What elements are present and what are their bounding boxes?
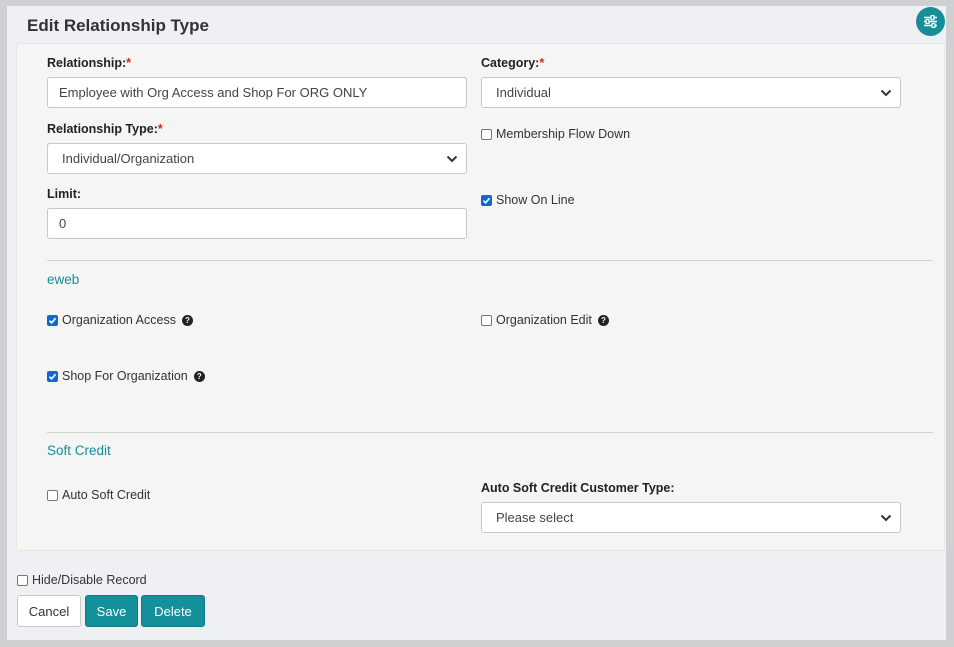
- section-divider: [47, 260, 933, 261]
- auto-soft-credit-customer-type-select[interactable]: Please select: [481, 502, 901, 533]
- chevron-down-icon: [446, 155, 458, 162]
- relationship-type-select[interactable]: Individual/Organization: [47, 143, 467, 174]
- relationship-input[interactable]: Employee with Org Access and Shop For OR…: [47, 77, 467, 108]
- chevron-down-icon: [880, 89, 892, 96]
- save-button[interactable]: Save: [85, 595, 138, 627]
- category-label: Category:*: [481, 56, 545, 70]
- organization-access-label: Organization Access: [62, 313, 176, 327]
- show-on-line-checkbox[interactable]: Show On Line: [481, 193, 575, 207]
- checkbox-box[interactable]: [481, 314, 492, 326]
- shop-for-organization-checkbox[interactable]: Shop For Organization ?: [47, 369, 205, 383]
- question-circle-icon[interactable]: ?: [181, 314, 193, 326]
- check-icon: [48, 317, 57, 324]
- auto-soft-credit-label: Auto Soft Credit: [62, 488, 151, 502]
- checkbox-box[interactable]: [481, 128, 492, 140]
- membership-flow-down-label: Membership Flow Down: [496, 127, 631, 141]
- limit-value: 0: [59, 216, 67, 231]
- cancel-button[interactable]: Cancel: [17, 595, 81, 627]
- checkbox-box-checked[interactable]: [47, 314, 58, 326]
- settings-button[interactable]: [916, 7, 945, 36]
- section-divider: [47, 432, 933, 433]
- question-circle-icon[interactable]: ?: [597, 314, 609, 326]
- relationship-value: Employee with Org Access and Shop For OR…: [59, 85, 368, 100]
- check-icon: [482, 197, 491, 204]
- question-circle-icon[interactable]: ?: [193, 370, 205, 382]
- checkbox-box[interactable]: [17, 574, 28, 586]
- customer-type-value: Please select: [496, 510, 574, 525]
- limit-label: Limit:: [47, 187, 82, 201]
- chevron-down-icon: [880, 514, 892, 521]
- edit-relationship-window: Edit Relationship Type Relationship:* Em…: [7, 6, 946, 640]
- shop-for-organization-label: Shop For Organization: [62, 369, 188, 383]
- relationship-type-value: Individual/Organization: [62, 151, 195, 166]
- auto-soft-credit-checkbox[interactable]: Auto Soft Credit: [47, 488, 150, 502]
- relationship-form-card: Relationship:* Employee with Org Access …: [16, 43, 945, 551]
- hide-disable-record-label: Hide/Disable Record: [32, 573, 147, 587]
- organization-edit-label: Organization Edit: [496, 313, 592, 327]
- delete-button[interactable]: Delete: [141, 595, 205, 627]
- eweb-section-heading: eweb: [47, 272, 80, 287]
- checkbox-box-checked[interactable]: [481, 194, 492, 206]
- relationship-type-label: Relationship Type:*: [47, 122, 163, 136]
- organization-access-checkbox[interactable]: Organization Access ?: [47, 313, 193, 327]
- sliders-icon: [924, 15, 937, 28]
- organization-edit-checkbox[interactable]: Organization Edit ?: [481, 313, 609, 327]
- relationship-label: Relationship:*: [47, 56, 132, 70]
- page-title: Edit Relationship Type: [27, 16, 209, 35]
- category-value: Individual: [496, 85, 551, 100]
- auto-soft-credit-customer-type-label: Auto Soft Credit Customer Type:: [481, 481, 675, 495]
- category-select[interactable]: Individual: [481, 77, 901, 108]
- membership-flow-down-checkbox[interactable]: Membership Flow Down: [481, 127, 630, 141]
- limit-input[interactable]: 0: [47, 208, 467, 239]
- soft-credit-section-heading: Soft Credit: [47, 443, 111, 458]
- show-on-line-label: Show On Line: [496, 193, 575, 207]
- checkbox-box[interactable]: [47, 489, 58, 501]
- check-icon: [48, 373, 57, 380]
- hide-disable-record-checkbox[interactable]: Hide/Disable Record: [17, 573, 147, 587]
- checkbox-box-checked[interactable]: [47, 370, 58, 382]
